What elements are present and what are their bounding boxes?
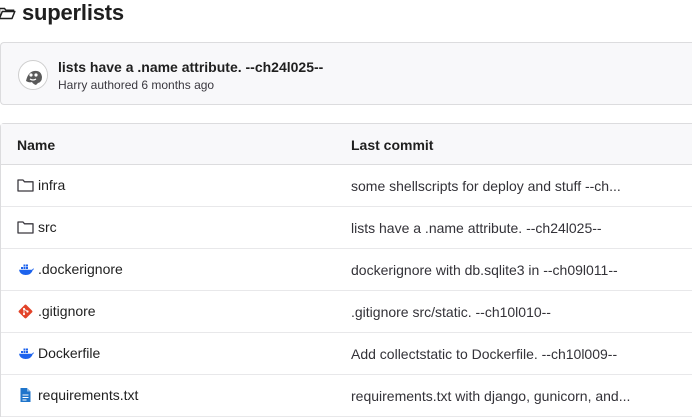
file-name[interactable]: Dockerfile (38, 345, 100, 361)
text-file-icon (17, 387, 34, 403)
git-icon (17, 303, 34, 319)
commit-message[interactable]: Add collectstatic to Dockerfile. --ch10l… (351, 346, 617, 362)
commit-message[interactable]: dockerignore with db.sqlite3 in --ch09l0… (351, 262, 618, 278)
docker-icon (17, 261, 34, 277)
table-row[interactable]: .dockerignore dockerignore with db.sqlit… (1, 249, 692, 291)
file-name[interactable]: infra (38, 177, 65, 193)
table-row[interactable]: src lists have a .name attribute. --ch24… (1, 207, 692, 249)
commit-message[interactable]: requirements.txt with django, gunicorn, … (351, 388, 630, 404)
table-row[interactable]: Dockerfile Add collectstatic to Dockerfi… (1, 333, 692, 375)
file-name[interactable]: src (38, 219, 57, 235)
file-name-cell[interactable]: requirements.txt (17, 387, 138, 403)
table-row[interactable]: infra some shellscripts for deploy and s… (1, 165, 692, 207)
avatar[interactable] (18, 60, 48, 90)
commit-message[interactable]: .gitignore src/static. --ch10l010-- (351, 304, 551, 320)
table-row[interactable]: .gitignore .gitignore src/static. --ch10… (1, 291, 692, 333)
file-name-cell[interactable]: infra (17, 177, 65, 193)
file-name[interactable]: .dockerignore (38, 261, 123, 277)
file-name[interactable]: .gitignore (38, 303, 96, 319)
commit-message[interactable]: some shellscripts for deploy and stuff -… (351, 178, 621, 194)
file-name-cell[interactable]: .gitignore (17, 303, 96, 319)
repo-header: superlists (0, 0, 124, 26)
latest-commit-card: lists have a .name attribute. --ch24l025… (0, 42, 692, 105)
file-name-cell[interactable]: src (17, 219, 57, 235)
column-header-last-commit: Last commit (351, 137, 434, 153)
folder-open-icon (0, 5, 16, 21)
table-row[interactable]: requirements.txt requirements.txt with d… (1, 375, 692, 417)
column-header-name: Name (17, 137, 56, 153)
repository-page: superlists lists have a .name attribute.… (0, 0, 692, 417)
commit-message[interactable]: lists have a .name attribute. --ch24l025… (351, 220, 602, 236)
repo-title[interactable]: superlists (22, 0, 124, 26)
file-name-cell[interactable]: Dockerfile (17, 345, 100, 361)
table-header: Name Last commit (1, 124, 692, 165)
docker-icon (17, 345, 34, 361)
file-name[interactable]: requirements.txt (38, 387, 138, 403)
commit-title[interactable]: lists have a .name attribute. --ch24l025… (58, 59, 323, 75)
folder-icon (17, 177, 34, 193)
commit-meta: Harry authored 6 months ago (58, 78, 215, 92)
file-name-cell[interactable]: .dockerignore (17, 261, 123, 277)
folder-icon (17, 219, 34, 235)
file-table: Name Last commit infra some shellscripts… (0, 123, 692, 417)
